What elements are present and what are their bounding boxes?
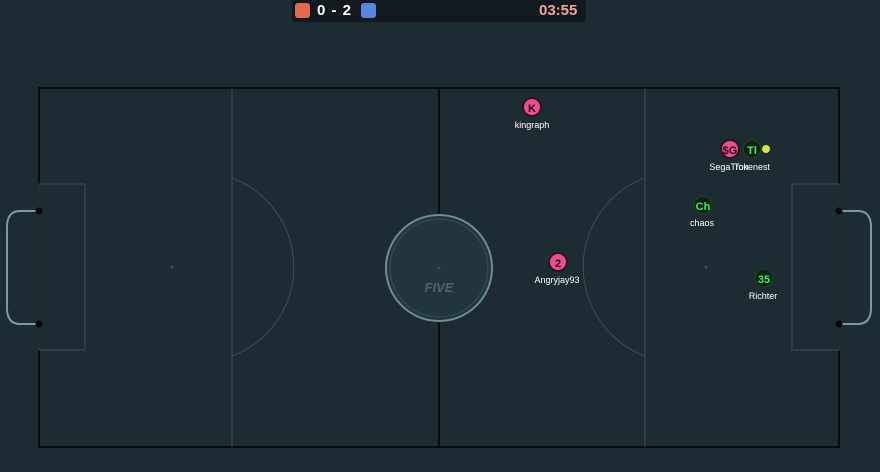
soccer-field: FIVE: [6, 87, 872, 448]
player-name-richter: Richter: [748, 291, 778, 301]
field-logo: FIVE: [425, 280, 454, 295]
player-kingraph: K: [522, 97, 542, 117]
left-penalty-box: [38, 183, 86, 351]
player-richter: 35: [754, 268, 774, 288]
right-goal-post-top: [835, 207, 843, 215]
right-goal-post-bottom: [835, 320, 843, 328]
left-goal: [6, 210, 39, 325]
left-goal-post-bottom: [35, 320, 43, 328]
right-penalty-box: [791, 183, 840, 351]
right-penalty-spot: [704, 265, 708, 269]
ball: [762, 145, 770, 153]
right-arc: [582, 177, 646, 357]
center-spot: [437, 266, 441, 270]
player-tokenest: Tl: [742, 139, 762, 159]
player-chaos: Ch: [693, 195, 713, 215]
player-name-angryjay93: Angryjay93: [534, 275, 580, 285]
player-name-kingraph: kingraph: [514, 120, 550, 130]
left-arc: [231, 177, 295, 357]
left-penalty-spot: [170, 265, 174, 269]
player-name-tokenest: Tokenest: [733, 162, 771, 172]
left-goal-post-top: [35, 207, 43, 215]
player-angryjay93: 2: [548, 252, 568, 272]
player-name-chaos: chaos: [689, 218, 715, 228]
right-goal: [839, 210, 872, 325]
player-segatron: $G: [720, 139, 740, 159]
